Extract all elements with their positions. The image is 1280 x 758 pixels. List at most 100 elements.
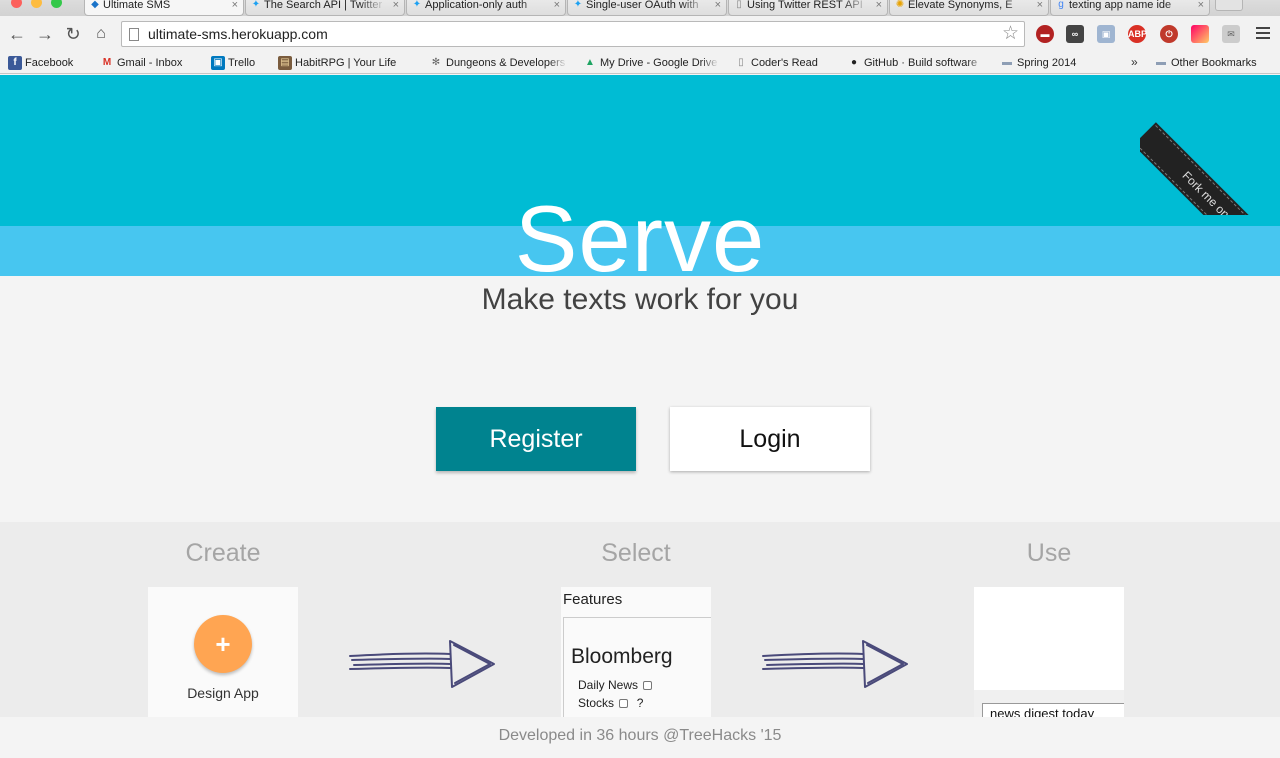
trello-icon: ▣ (211, 56, 225, 70)
couch-extension-icon[interactable]: ▬ (1036, 25, 1054, 43)
close-window-icon[interactable] (11, 0, 22, 8)
tab-elevate-synonyms[interactable]: ✺ Elevate Synonyms, E × (889, 0, 1049, 16)
how-it-works-section: Create Select Use + Design App Features … (0, 522, 1280, 722)
bookmark-github[interactable]: ● GitHub · Build software (847, 55, 985, 71)
bookmark-facebook[interactable]: f Facebook (8, 55, 94, 71)
home-icon[interactable]: ⌂ (91, 23, 111, 45)
adblock-plus-icon[interactable]: ABP (1128, 25, 1147, 43)
bookmarks-bar: f Facebook M Gmail - Inbox ▣ Trello ▤ Ha… (0, 52, 1280, 74)
new-tab-button[interactable] (1215, 0, 1243, 11)
bookmark-coders-read[interactable]: ▯ Coder's Read (734, 55, 834, 71)
features-panel: Bloomberg Daily News Stocks ? (563, 617, 711, 722)
zoom-window-icon[interactable] (51, 0, 62, 8)
close-tab-icon[interactable]: × (554, 0, 560, 11)
bookmark-label: Trello (228, 57, 256, 69)
bookmark-gmail[interactable]: M Gmail - Inbox (100, 55, 200, 71)
bookmark-label: HabitRPG | Your Life (295, 57, 397, 69)
tab-label: The Search API | Twitter (264, 0, 383, 11)
close-tab-icon[interactable]: × (715, 0, 721, 11)
bookmark-google-drive[interactable]: ▲ My Drive - Google Drive (583, 55, 719, 71)
help-icon[interactable]: ? (637, 696, 644, 710)
close-tab-icon[interactable]: × (393, 0, 399, 11)
forward-arrow-icon[interactable]: → (35, 23, 55, 45)
design-app-label: Design App (187, 685, 259, 701)
gear-icon: ✻ (431, 57, 441, 68)
bookmark-dungeons-developers[interactable]: ✻ Dungeons & Developers (429, 55, 567, 71)
page-info-icon[interactable] (129, 28, 139, 41)
stocks-checkbox[interactable] (619, 699, 629, 708)
bookmark-label: Coder's Read (751, 57, 818, 69)
close-tab-icon[interactable]: × (876, 0, 882, 11)
use-card: news digest today (974, 587, 1124, 722)
step-title-select: Select (601, 539, 671, 567)
menu-icon[interactable] (1256, 27, 1270, 39)
tab-ultimate-sms[interactable]: ◆ Ultimate SMS × (84, 0, 244, 16)
close-tab-icon[interactable]: × (232, 0, 238, 11)
twitter-icon: ✦ (412, 0, 422, 10)
step-title-create: Create (185, 539, 261, 567)
address-bar[interactable]: ultimate-sms.herokuapp.com ☆ (121, 21, 1025, 47)
tab-texting-app-name[interactable]: g texting app name ide × (1050, 0, 1210, 16)
hero-title-text: Serve (514, 186, 766, 276)
color-extension-icon[interactable] (1191, 25, 1209, 43)
tagline: Make texts work for you (481, 283, 799, 316)
tab-label: Elevate Synonyms, E (908, 0, 1013, 11)
hero-title: Serve (0, 183, 1280, 276)
github-ribbon[interactable]: Fork me on GitHub (1140, 75, 1280, 215)
feature-stocks[interactable]: Stocks ? (578, 696, 643, 710)
twitter-icon: ✦ (251, 0, 261, 10)
power-extension-icon[interactable]: ⏻ (1160, 25, 1178, 43)
bookmark-label: Gmail - Inbox (117, 57, 183, 69)
footer: Developed in 36 hours @TreeHacks '15 (0, 717, 1280, 758)
twitter-icon: ✦ (573, 0, 583, 10)
minimize-window-icon[interactable] (31, 0, 42, 8)
thesaurus-icon: ✺ (895, 0, 905, 10)
tab-application-only-auth[interactable]: ✦ Application-only auth × (406, 0, 566, 16)
tab-search-api[interactable]: ✦ The Search API | Twitter × (245, 0, 405, 16)
company-name: Bloomberg (571, 645, 673, 668)
close-tab-icon[interactable]: × (1198, 0, 1204, 11)
daily-news-checkbox[interactable] (643, 681, 653, 690)
window-extension-icon[interactable]: ▣ (1097, 25, 1115, 43)
tab-single-user-oauth[interactable]: ✦ Single-user OAuth with × (567, 0, 727, 16)
bookmark-label: Spring 2014 (1017, 57, 1077, 69)
hand-drawn-arrow-icon (349, 640, 495, 688)
bookmark-other-bookmarks[interactable]: ▬ Other Bookmarks (1154, 55, 1278, 71)
features-header: Features (563, 591, 623, 608)
tab-label: Using Twitter REST API (747, 0, 863, 11)
page-icon: ▯ (736, 0, 742, 10)
fork-me-ribbon[interactable]: Fork me on GitHub (1140, 125, 1280, 215)
gmail-icon: M (102, 57, 112, 68)
url-text[interactable]: ultimate-sms.herokuapp.com (148, 26, 328, 43)
bookmark-label: GitHub · Build software (864, 57, 978, 69)
bookmark-star-icon[interactable]: ☆ (1002, 23, 1019, 45)
folder-icon: ▬ (1002, 57, 1012, 68)
incognito-glasses-icon[interactable]: ∞ (1066, 25, 1084, 43)
mail-extension-icon[interactable]: ✉ (1222, 25, 1240, 43)
feature-daily-news[interactable]: Daily News (578, 678, 653, 692)
bookmark-label: Facebook (25, 57, 74, 69)
step-title-use: Use (1026, 539, 1072, 567)
tab-label: Application-only auth (425, 0, 528, 11)
create-card: + Design App (148, 587, 298, 722)
tab-label: texting app name ide (1069, 0, 1172, 11)
google-drive-icon: ▲ (585, 57, 595, 68)
close-tab-icon[interactable]: × (1037, 0, 1043, 11)
tab-label: Single-user OAuth with (586, 0, 699, 11)
browser-toolbar: ← → ↻ ⌂ ultimate-sms.herokuapp.com ☆ ▬ ∞… (0, 16, 1280, 52)
tab-strip: ◆ Ultimate SMS × ✦ The Search API | Twit… (0, 0, 1280, 16)
back-arrow-icon[interactable]: ← (7, 23, 27, 45)
register-button[interactable]: Register (436, 407, 636, 471)
page-icon: ▯ (738, 57, 744, 68)
bookmark-spring-2014[interactable]: ▬ Spring 2014 (1000, 55, 1100, 71)
select-card: Features Bloomberg Daily News Stocks ? (561, 587, 711, 722)
reload-icon[interactable]: ↻ (63, 23, 83, 45)
bookmarks-overflow-icon[interactable]: » (1131, 55, 1138, 69)
message-thread (974, 587, 1124, 690)
bookmark-habitrpg[interactable]: ▤ HabitRPG | Your Life (278, 55, 414, 71)
google-icon: g (1058, 0, 1064, 10)
bookmark-label: My Drive - Google Drive (600, 57, 718, 69)
tab-twitter-rest-api[interactable]: ▯ Using Twitter REST API × (728, 0, 888, 16)
login-button[interactable]: Login (670, 407, 870, 471)
bookmark-trello[interactable]: ▣ Trello (211, 55, 271, 71)
